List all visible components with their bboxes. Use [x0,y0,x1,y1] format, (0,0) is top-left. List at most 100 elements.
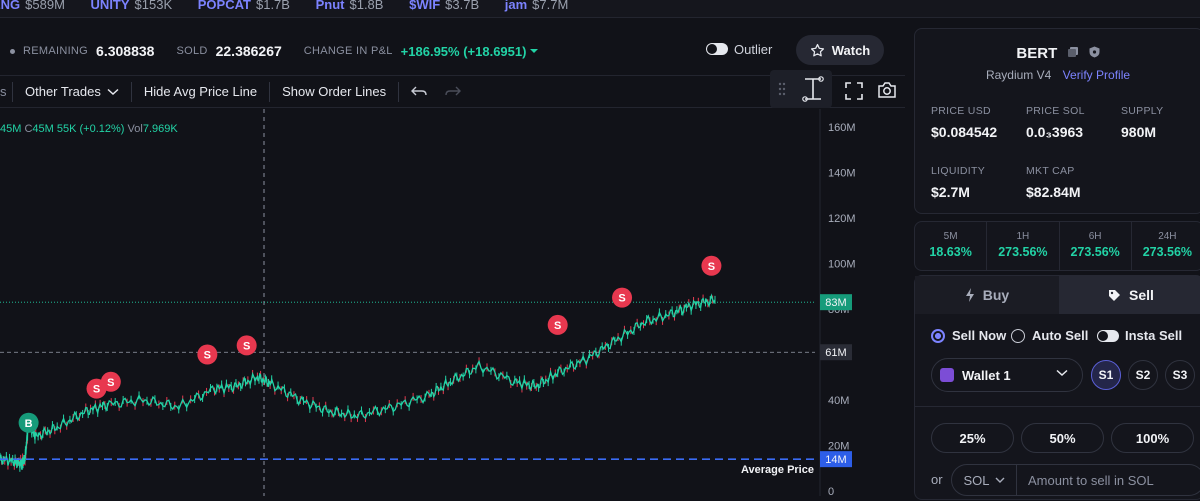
token-panel: BERT Raydium V4 Verify Profile PRICE USD… [914,28,1200,500]
ticker-item[interactable]: jam $7.7M [505,0,569,12]
chart-canvas[interactable]: 160M140M120M100M80M60M40M20M0Average Pri… [0,109,905,498]
stat-supply: SUPPLY 980M [1121,105,1164,140]
pnl-label: CHANGE IN P&L [303,45,393,57]
watch-button[interactable]: Watch [796,35,884,65]
measure-tool-icon[interactable] [801,76,825,102]
drawing-tool-panel [770,70,832,108]
y-tick-label: 140M [828,168,856,180]
ticker-item[interactable]: UNITY $153K [91,0,173,12]
outlier-label: Outlier [734,42,773,57]
legend-vol-value: 7.969K [142,123,178,135]
change-24h[interactable]: 24H 273.56% [1132,222,1200,270]
ohlc-legend: 45M C45M 55K (+0.12%) Vol7.969K [0,123,178,135]
remaining-value: 6.308838 [96,43,155,59]
price-change-card: 5M 18.63% 1H 273.56% 6H 273.56% 24H 273.56% [914,221,1200,271]
slot-s2-button[interactable]: S2 [1128,360,1158,390]
ticker-item[interactable]: ENG$589M [0,0,65,12]
wallet-label: Wallet 1 [962,367,1011,383]
star-icon [810,43,824,56]
other-trades-dropdown[interactable]: Other Trades [13,81,132,102]
toolbar-truncated-item[interactable]: s [0,81,13,102]
wallet-icon [940,368,954,382]
verify-profile-link[interactable]: Verify Profile [1063,68,1130,82]
ticker-item[interactable]: POPCAT $1.7B [198,0,290,12]
percent-25-button[interactable]: 25% [931,423,1014,453]
outlier-toggle[interactable] [706,43,728,55]
divider [915,406,1200,407]
ticker-bar: ENG$589M UNITY$153K POPCAT$1.7B Pnut$1.8… [0,0,1200,18]
chevron-down-icon [1056,369,1068,377]
percent-50-button[interactable]: 50% [1021,423,1104,453]
sold-value: 22.386267 [215,43,282,59]
tab-buy[interactable]: Buy [915,276,1059,314]
caret-down-icon[interactable] [529,47,539,55]
bullet-icon [10,48,15,54]
price-tag-label: 61M [825,347,846,359]
slot-s3-button[interactable]: S3 [1165,360,1195,390]
change-1h[interactable]: 1H 273.56% [987,222,1060,270]
sold-label: SOLD [176,45,208,57]
currency-select[interactable]: SOL [951,464,1017,496]
pnl-value[interactable]: +186.95% (+18.6951) [401,44,527,59]
sell-amount-input[interactable]: Amount to sell in SOL [1016,464,1200,496]
copy-icon[interactable] [1067,46,1079,58]
change-6h[interactable]: 6H 273.56% [1060,222,1132,270]
ticker-item[interactable]: $WIF $3.7B [409,0,479,12]
redo-button[interactable] [433,82,473,102]
tag-icon [1109,289,1121,301]
redo-icon [445,86,462,95]
marker-label: S [204,350,211,362]
marker-label: S [243,340,250,352]
marker-label: S [708,261,715,273]
radio-selected-icon [931,328,945,343]
slot-s1-button[interactable]: S1 [1091,360,1121,390]
undo-icon [411,86,427,95]
y-tick-label: 160M [828,122,856,134]
camera-icon[interactable] [877,81,897,99]
price-chart[interactable]: 45M C45M 55K (+0.12%) Vol7.969K 160M 140M… [0,109,905,498]
marker-label: S [618,293,625,305]
drag-handle-icon[interactable] [778,82,786,96]
legend-vol-label: Vol [127,123,143,135]
average-price-label: Average Price [741,464,814,476]
auto-sell-option[interactable]: Auto Sell [1011,328,1088,343]
stat-price-sol: PRICE SOL 0.0₃3963 [1026,105,1085,140]
dex-name: Raydium V4 [985,68,1052,82]
remaining-label: REMAINING [23,45,89,57]
stat-liquidity: LIQUIDITY $2.7M [931,165,986,200]
stat-market-cap: MKT CAP $82.84M [1026,165,1081,200]
lightning-icon [965,288,974,302]
show-order-lines-button[interactable]: Show Order Lines [270,81,400,102]
shield-icon[interactable] [1089,46,1100,58]
y-tick-label: 20M [828,441,849,453]
change-5m[interactable]: 5M 18.63% [915,222,988,270]
chevron-down-icon [995,477,1004,483]
fullscreen-icon[interactable] [845,82,863,100]
watch-label: Watch [831,42,871,58]
marker-label: S [93,384,100,396]
token-name-row: BERT [915,45,1200,62]
legend-close-value: 45M [32,123,54,135]
y-tick-label: 0 [828,486,834,496]
undo-button[interactable] [399,82,433,102]
tab-sell[interactable]: Sell [1059,276,1200,314]
sell-now-option[interactable]: Sell Now [931,328,1006,343]
y-tick-label: 120M [828,213,856,225]
trade-card: Buy Sell Sell Now Auto Sell Insta Sell W… [914,275,1200,500]
chart-toolbar: s Other Trades Hide Avg Price Line Show … [0,70,905,108]
hide-avg-price-line-button[interactable]: Hide Avg Price Line [132,81,271,102]
chevron-down-icon [107,88,119,95]
token-name: BERT [1016,45,1058,62]
wallet-select[interactable]: Wallet 1 [931,358,1083,392]
insta-sell-toggle[interactable]: Insta Sell [1097,328,1182,343]
price-tag-label: 14M [825,454,846,466]
radio-icon [1011,328,1025,343]
trade-tabs: Buy Sell [915,276,1200,314]
percent-100-button[interactable]: 100% [1111,423,1194,453]
or-label: or [931,472,943,487]
other-trades-label: Other Trades [25,84,101,99]
position-info-bar: REMAINING 6.308838 SOLD 22.386267 CHANGE… [0,28,905,74]
marker-label: S [554,320,561,332]
stat-price-usd: PRICE USD $0.084542 [931,105,998,140]
ticker-item[interactable]: Pnut $1.8B [316,0,384,12]
